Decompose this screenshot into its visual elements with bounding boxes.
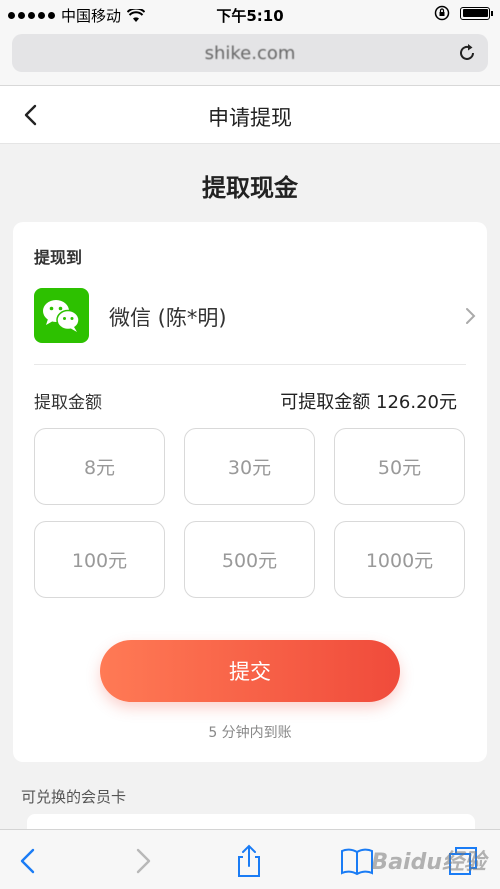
amount-option-100[interactable]: 100元 xyxy=(34,521,165,598)
amount-label: 提取金额 xyxy=(34,393,102,413)
withdraw-card: 提现到 微信 (陈*明) 提取金额 可提取金额 126.20元 8元 30元 5… xyxy=(13,222,487,762)
nav-header: 申请提现 xyxy=(0,86,500,144)
amount-option-500[interactable]: 500元 xyxy=(184,521,315,598)
amount-option-30[interactable]: 30元 xyxy=(184,428,315,505)
chevron-right-icon xyxy=(466,308,476,324)
browser-toolbar: Baidu经验 xyxy=(0,829,500,889)
submit-button[interactable]: 提交 xyxy=(100,640,400,702)
browser-back-icon[interactable] xyxy=(12,844,46,878)
amount-option-50[interactable]: 50元 xyxy=(334,428,465,505)
available-balance: 可提取金额 126.20元 xyxy=(280,392,457,413)
section-heading: 提取现金 xyxy=(202,174,298,202)
browser-forward-icon[interactable] xyxy=(125,844,159,878)
page-title: 申请提现 xyxy=(208,106,292,130)
withdraw-account-row[interactable]: 微信 (陈*明) xyxy=(34,286,476,346)
wechat-account-label: 微信 (陈*明) xyxy=(109,306,227,330)
orientation-lock-icon xyxy=(434,5,450,21)
url-text[interactable]: shike.com xyxy=(12,43,488,64)
member-cards-label: 可兑换的会员卡 xyxy=(21,788,127,806)
baidu-watermark: Baidu经验 xyxy=(371,850,486,875)
clock: 下午5:10 xyxy=(216,7,284,25)
battery-icon xyxy=(460,6,493,20)
share-icon[interactable] xyxy=(232,844,266,878)
address-bar[interactable]: shike.com xyxy=(12,34,488,72)
reload-icon[interactable] xyxy=(456,42,478,64)
amount-option-8[interactable]: 8元 xyxy=(34,428,165,505)
bookmarks-icon[interactable] xyxy=(340,844,374,878)
status-bar: 中国移动 下午5:10 xyxy=(0,0,500,28)
divider xyxy=(34,364,466,365)
wechat-icon xyxy=(34,288,89,343)
arrival-note: 5 分钟内到账 xyxy=(208,725,292,741)
withdraw-to-label: 提现到 xyxy=(34,248,83,267)
browser-address-area: shike.com xyxy=(0,28,500,86)
amount-option-1000[interactable]: 1000元 xyxy=(334,521,465,598)
